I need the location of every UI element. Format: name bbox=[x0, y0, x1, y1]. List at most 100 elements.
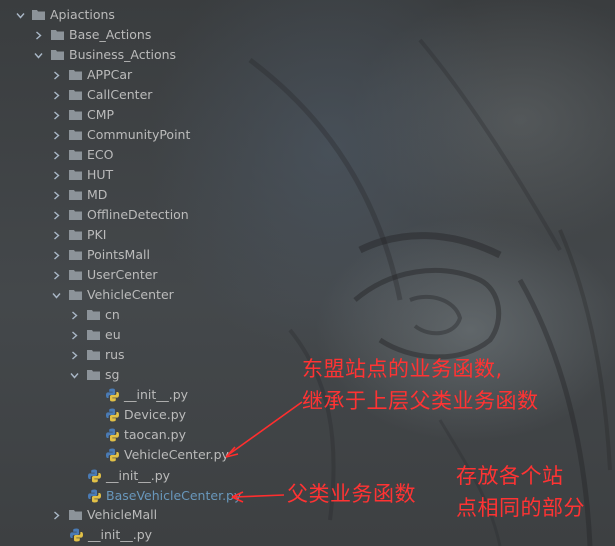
folder-icon bbox=[32, 10, 45, 20]
tree-file-vc-init[interactable]: __init__.py bbox=[0, 466, 260, 486]
tree-node-apiactions[interactable]: Apiactions bbox=[0, 5, 260, 25]
folder-icon bbox=[69, 270, 82, 280]
chevron-right-icon[interactable] bbox=[68, 305, 80, 325]
folder-icon bbox=[87, 310, 100, 320]
folder-icon bbox=[69, 290, 82, 300]
chevron-right-icon[interactable] bbox=[50, 505, 62, 525]
tree-node-offlinedetection[interactable]: OfflineDetection bbox=[0, 205, 260, 225]
tree-node-label: OfflineDetection bbox=[87, 207, 189, 222]
folder-icon bbox=[87, 370, 100, 380]
tree-node-label: Business_Actions bbox=[69, 47, 177, 62]
chevron-down-icon[interactable] bbox=[32, 45, 44, 65]
tree-node-sg[interactable]: sg bbox=[0, 365, 260, 385]
tree-node-cn[interactable]: cn bbox=[0, 305, 260, 325]
folder-icon bbox=[69, 90, 82, 100]
chevron-right-icon[interactable] bbox=[50, 65, 62, 85]
chevron-right-icon[interactable] bbox=[50, 185, 62, 205]
python-file-icon bbox=[106, 448, 119, 462]
tree-node-label: VehicleMall bbox=[87, 507, 158, 522]
folder-icon bbox=[87, 350, 100, 360]
chevron-right-icon[interactable] bbox=[50, 245, 62, 265]
tree-node-label: Base_Actions bbox=[69, 27, 152, 42]
tree-node-cmp[interactable]: CMP bbox=[0, 105, 260, 125]
chevron-right-icon[interactable] bbox=[50, 205, 62, 225]
tree-file-label: Device.py bbox=[124, 407, 187, 422]
tree-file-sg-init[interactable]: __init__.py bbox=[0, 385, 260, 405]
folder-icon bbox=[69, 70, 82, 80]
tree-node-label: rus bbox=[105, 347, 125, 362]
tree-file-label: __init__.py bbox=[124, 387, 189, 402]
chevron-right-icon[interactable] bbox=[68, 345, 80, 365]
tree-node-vehiclemall[interactable]: VehicleMall bbox=[0, 505, 260, 525]
annotation-sg-note-line2: 继承于上层父类业务函数 bbox=[302, 389, 539, 413]
chevron-right-icon[interactable] bbox=[68, 325, 80, 345]
tree-node-pki[interactable]: PKI bbox=[0, 225, 260, 245]
python-file-icon bbox=[88, 469, 101, 483]
annotation-common-note-line1: 存放各个站 bbox=[456, 464, 564, 488]
folder-icon bbox=[69, 230, 82, 240]
chevron-down-icon[interactable] bbox=[14, 5, 26, 25]
python-file-icon bbox=[106, 388, 119, 402]
folder-icon bbox=[69, 130, 82, 140]
tree-node-label: UserCenter bbox=[87, 267, 158, 282]
tree-node-rus[interactable]: rus bbox=[0, 345, 260, 365]
tree-node-eu[interactable]: eu bbox=[0, 325, 260, 345]
annotation-common-note-line2: 点相同的部分 bbox=[456, 496, 585, 520]
tree-node-vehiclecenter[interactable]: VehicleCenter bbox=[0, 285, 260, 305]
tree-file-sg-device[interactable]: Device.py bbox=[0, 405, 260, 425]
tree-node-business-actions[interactable]: Business_Actions bbox=[0, 45, 260, 65]
tree-node-label: CommunityPoint bbox=[87, 127, 191, 142]
tree-file-sg-vehiclecenter[interactable]: VehicleCenter.py bbox=[0, 445, 260, 465]
folder-icon bbox=[87, 330, 100, 340]
tree-node-base-actions[interactable]: Base_Actions bbox=[0, 25, 260, 45]
folder-icon bbox=[69, 250, 82, 260]
chevron-right-icon[interactable] bbox=[50, 225, 62, 245]
chevron-right-icon[interactable] bbox=[50, 125, 62, 145]
python-file-icon bbox=[88, 489, 101, 503]
folder-icon bbox=[51, 30, 64, 40]
tree-node-label: VehicleCenter bbox=[87, 287, 174, 302]
folder-icon bbox=[69, 210, 82, 220]
chevron-right-icon[interactable] bbox=[32, 25, 44, 45]
tree-node-label: PointsMall bbox=[87, 247, 150, 262]
chevron-down-icon[interactable] bbox=[68, 365, 80, 385]
chevron-right-icon[interactable] bbox=[50, 265, 62, 285]
python-file-icon bbox=[106, 428, 119, 442]
tree-node-usercenter[interactable]: UserCenter bbox=[0, 265, 260, 285]
annotation-sg-note-line1: 东盟站点的业务函数, bbox=[302, 357, 503, 381]
tree-file-sg-taocan[interactable]: taocan.py bbox=[0, 425, 260, 445]
chevron-right-icon[interactable] bbox=[50, 145, 62, 165]
tree-node-label: eu bbox=[105, 327, 121, 342]
tree-node-label: ECO bbox=[87, 147, 114, 162]
folder-icon bbox=[69, 150, 82, 160]
folder-icon bbox=[69, 170, 82, 180]
tree-node-appcar[interactable]: APPCar bbox=[0, 65, 260, 85]
tree-node-label: CMP bbox=[87, 107, 115, 122]
tree-file-basevehiclecenter[interactable]: BaseVehicleCenter.py bbox=[0, 486, 260, 506]
folder-icon bbox=[69, 190, 82, 200]
tree-file-label: __init__.py bbox=[106, 468, 171, 483]
tree-node-label: CallCenter bbox=[87, 87, 153, 102]
tree-node-label: sg bbox=[105, 367, 120, 382]
folder-icon bbox=[69, 510, 82, 520]
tree-node-pointsmall[interactable]: PointsMall bbox=[0, 245, 260, 265]
tree-file-label: __init__.py bbox=[88, 527, 153, 542]
tree-node-md[interactable]: MD bbox=[0, 185, 260, 205]
tree-node-hut[interactable]: HUT bbox=[0, 165, 260, 185]
tree-file-root-init[interactable]: __init__.py bbox=[0, 525, 260, 545]
tree-node-eco[interactable]: ECO bbox=[0, 145, 260, 165]
tree-node-callcenter[interactable]: CallCenter bbox=[0, 85, 260, 105]
annotation-parent-note: 父类业务函数 bbox=[287, 482, 416, 506]
chevron-right-icon[interactable] bbox=[50, 165, 62, 185]
tree-file-label: taocan.py bbox=[124, 427, 186, 442]
tree-node-label: Apiactions bbox=[50, 7, 115, 22]
tree-node-label: APPCar bbox=[87, 67, 133, 82]
tree-node-label: cn bbox=[105, 307, 120, 322]
tree-file-label: BaseVehicleCenter.py bbox=[106, 488, 242, 503]
folder-icon bbox=[69, 110, 82, 120]
chevron-right-icon[interactable] bbox=[50, 105, 62, 125]
tree-node-label: MD bbox=[87, 187, 108, 202]
chevron-right-icon[interactable] bbox=[50, 85, 62, 105]
tree-node-communitypoint[interactable]: CommunityPoint bbox=[0, 125, 260, 145]
chevron-down-icon[interactable] bbox=[50, 285, 62, 305]
